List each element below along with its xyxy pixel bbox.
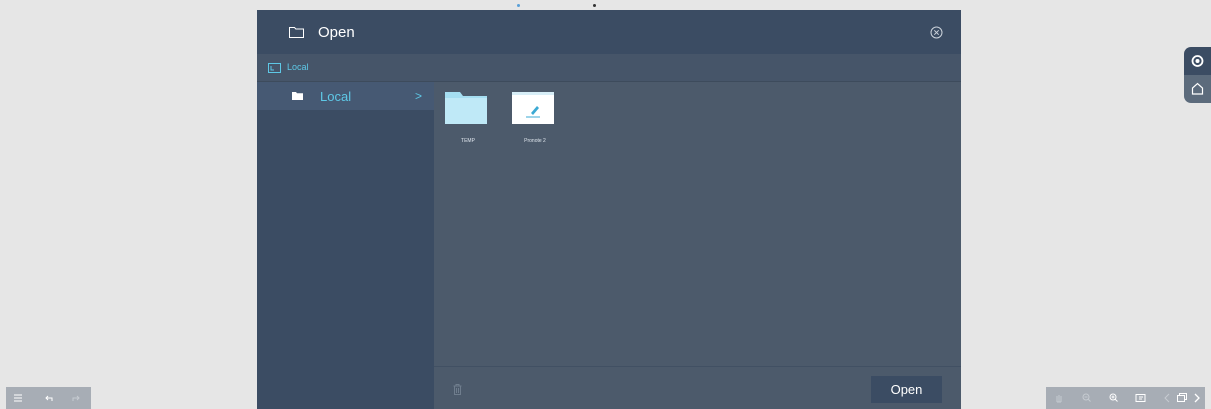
sidebar-item-local[interactable]: Local >: [257, 82, 434, 110]
menu-icon[interactable]: [13, 387, 23, 409]
open-button[interactable]: Open: [871, 376, 942, 403]
chevron-right-icon: >: [415, 89, 423, 103]
dialog-title: Open: [318, 24, 355, 41]
bottom-right-toolbar: [1046, 387, 1205, 409]
top-edge-marks: [0, 0, 1211, 10]
folder-icon: [445, 92, 487, 124]
location-sidebar: Local >: [257, 82, 434, 409]
home-icon: [1191, 82, 1204, 95]
trash-icon[interactable]: [453, 384, 462, 395]
screen-icon[interactable]: [1135, 387, 1147, 409]
pages-icon[interactable]: [1176, 387, 1188, 409]
prev-page-icon[interactable]: [1163, 387, 1171, 409]
blue-mark: [517, 4, 520, 7]
file-name: Pronote 2: [524, 138, 546, 144]
eye-tab[interactable]: [1184, 47, 1211, 75]
hand-icon[interactable]: [1054, 387, 1064, 409]
open-dialog: Open Local Local > TEMP Pronote 2 Open: [257, 10, 961, 409]
folder-icon: [292, 92, 303, 100]
breadcrumb-local[interactable]: Local: [287, 62, 309, 72]
right-side-tabs: [1184, 47, 1211, 103]
dark-mark: [593, 4, 596, 7]
next-page-icon[interactable]: [1193, 387, 1202, 409]
zoom-in-icon[interactable]: [1108, 387, 1119, 409]
close-icon[interactable]: [930, 26, 943, 39]
bottom-left-toolbar: [6, 387, 91, 409]
drive-icon: [268, 63, 281, 73]
folder-outline-icon: [289, 27, 304, 38]
note-thumbnail: [512, 92, 554, 124]
file-name: TEMP: [461, 138, 475, 144]
undo-icon[interactable]: [44, 387, 54, 409]
dialog-header: Open: [257, 10, 961, 54]
home-tab[interactable]: [1184, 75, 1211, 103]
file-list: TEMP Pronote 2 Open: [434, 82, 961, 409]
footer-divider: [434, 366, 961, 367]
eye-icon: [1191, 55, 1204, 67]
redo-icon[interactable]: [71, 387, 81, 409]
zoom-out-icon[interactable]: [1081, 387, 1092, 409]
sidebar-item-label: Local: [320, 89, 352, 104]
breadcrumb: Local: [257, 54, 961, 82]
